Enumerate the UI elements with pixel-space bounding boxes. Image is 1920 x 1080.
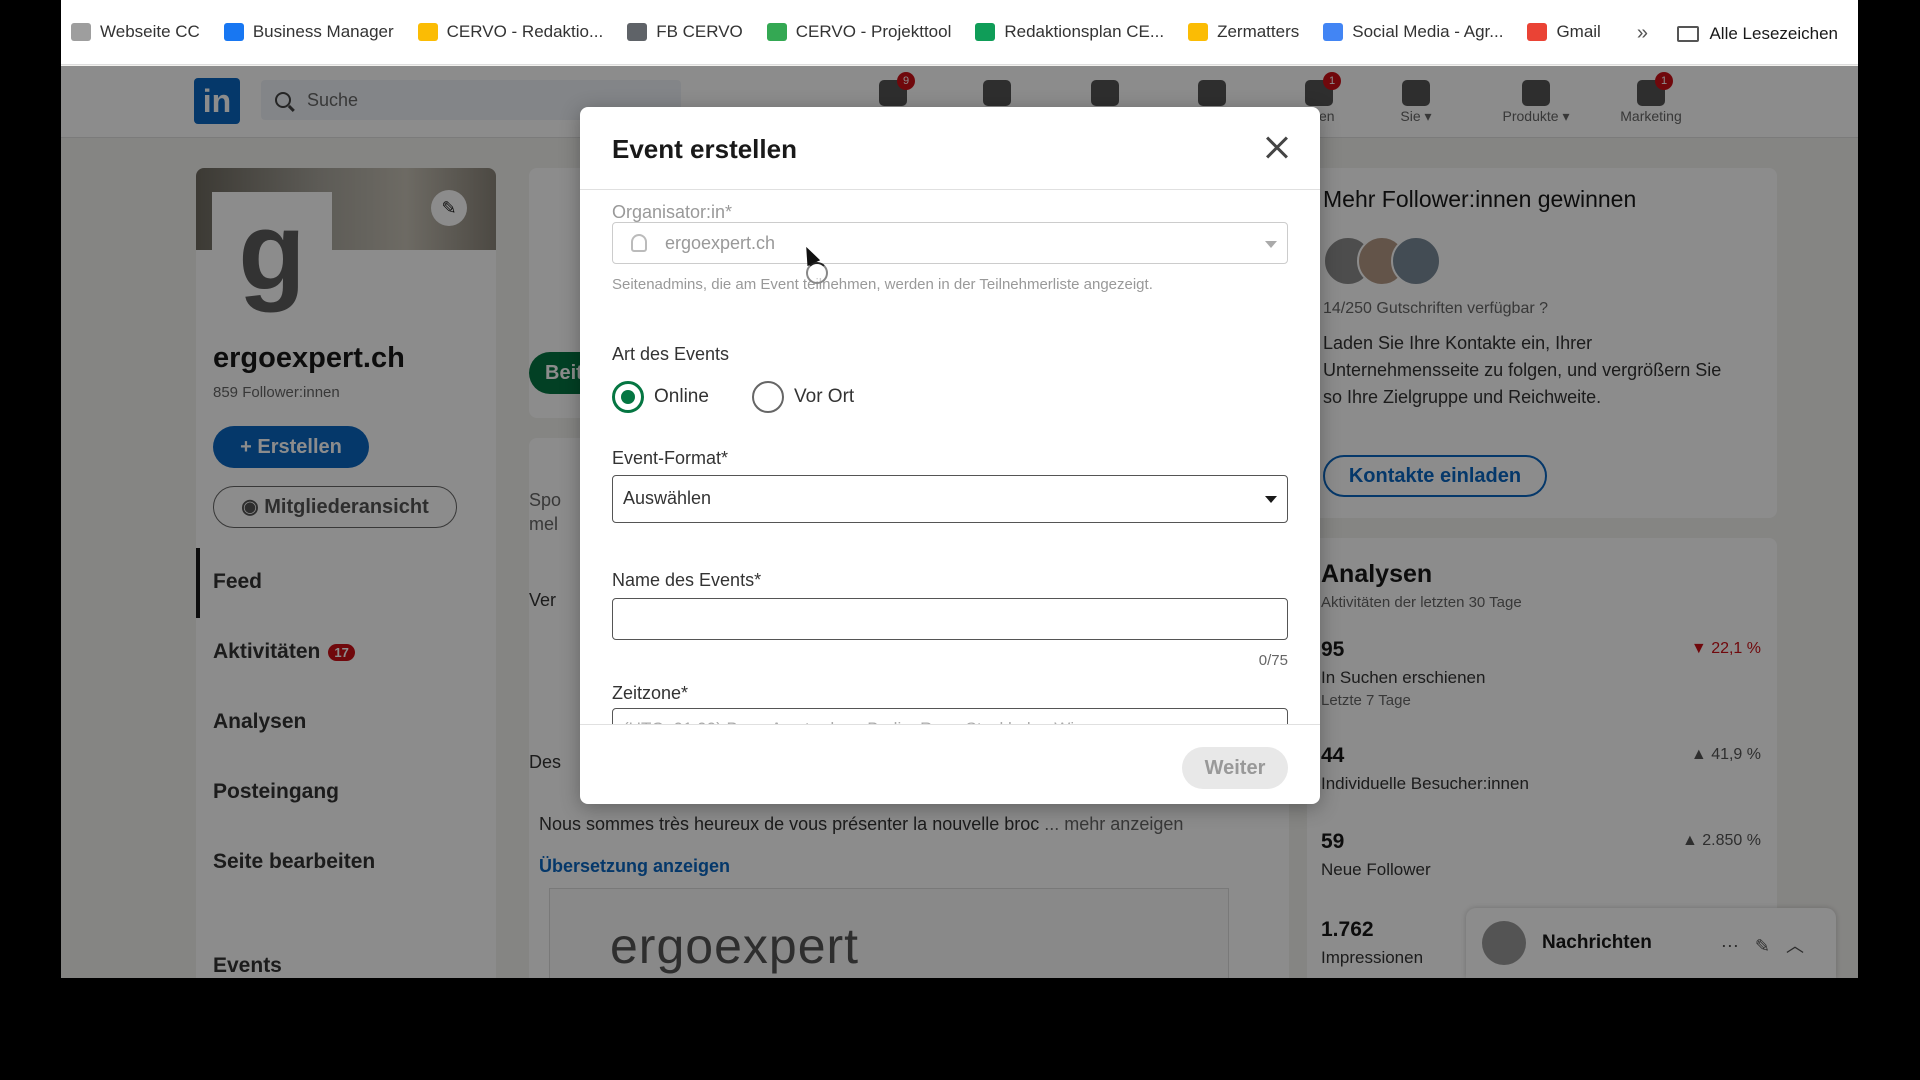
radio-onsite-label[interactable]: Vor Ort bbox=[794, 386, 854, 408]
next-button[interactable]: Weiter bbox=[1182, 747, 1288, 789]
bookmark-item[interactable]: Redaktionsplan CE... bbox=[975, 22, 1164, 42]
bookmark-icon bbox=[1527, 23, 1548, 41]
bookmark-icon bbox=[1188, 23, 1209, 41]
bookmark-item[interactable]: CERVO - Projekttool bbox=[766, 22, 952, 42]
organizer-help-text: Seitenadmins, die am Event teilnehmen, w… bbox=[612, 276, 1153, 293]
event-type-label: Art des Events bbox=[612, 344, 730, 364]
bookmark-label: Business Manager bbox=[252, 22, 394, 41]
create-event-dialog: Event erstellen Organisator:in* ergoexpe… bbox=[580, 107, 1320, 804]
bookmark-label: Social Media - Agr... bbox=[1352, 22, 1504, 41]
chevron-down-icon bbox=[1265, 241, 1277, 248]
organizer-label: Organisator:in* bbox=[612, 202, 733, 222]
close-icon[interactable] bbox=[1260, 131, 1294, 165]
event-name-input[interactable] bbox=[612, 598, 1288, 640]
caret-down-icon bbox=[1265, 496, 1277, 503]
bookmark-item[interactable]: Zermatters bbox=[1188, 22, 1299, 42]
bookmark-item[interactable]: CERVO - Redaktio... bbox=[417, 22, 604, 42]
bookmark-item[interactable]: Business Manager bbox=[223, 22, 394, 42]
bookmark-icon bbox=[417, 23, 438, 41]
folder-icon bbox=[1677, 26, 1700, 42]
organizer-value: ergoexpert.ch bbox=[665, 233, 776, 253]
radio-onsite[interactable] bbox=[752, 381, 784, 413]
timezone-select[interactable]: (UTC+01:00) Bern, Amsterdam, Berlin, Rom… bbox=[612, 708, 1288, 724]
all-bookmarks-button[interactable]: Alle Lesezeichen bbox=[1677, 24, 1838, 44]
bookmarks-more-button[interactable]: » bbox=[1637, 22, 1648, 45]
organizer-select: ergoexpert.ch bbox=[612, 222, 1288, 264]
bookmark-label: Webseite CC bbox=[100, 22, 200, 41]
event-format-select[interactable]: Auswählen bbox=[612, 475, 1288, 523]
bookmark-icon bbox=[1323, 23, 1344, 41]
browser-window: Webseite CC Business Manager CERVO - Redak… bbox=[61, 0, 1858, 978]
bookmark-label: CERVO - Redaktio... bbox=[446, 22, 604, 41]
bookmark-label: FB CERVO bbox=[656, 22, 743, 41]
bookmark-item[interactable]: Social Media - Agr... bbox=[1323, 22, 1503, 42]
all-bookmarks-label: Alle Lesezeichen bbox=[1709, 24, 1838, 43]
divider bbox=[580, 724, 1320, 725]
timezone-label: Zeitzone* bbox=[612, 683, 689, 703]
bookmark-label: Redaktionsplan CE... bbox=[1004, 22, 1165, 41]
event-name-label: Name des Events* bbox=[612, 570, 762, 590]
bookmark-label: Zermatters bbox=[1217, 22, 1300, 41]
bookmark-item[interactable]: Gmail bbox=[1527, 22, 1601, 42]
bookmark-icon bbox=[627, 23, 648, 41]
bookmark-label: Gmail bbox=[1556, 22, 1601, 41]
bookmarks-bar: Webseite CC Business Manager CERVO - Redak… bbox=[61, 0, 1858, 65]
bookmark-icon bbox=[71, 23, 91, 41]
character-counter: 0/75 bbox=[1258, 652, 1288, 669]
bookmark-icon bbox=[975, 23, 996, 41]
dialog-body: Organisator:in* ergoexpert.ch Seitenadmi… bbox=[580, 190, 1320, 724]
radio-online[interactable] bbox=[612, 381, 644, 413]
event-format-label: Event-Format* bbox=[612, 448, 729, 468]
person-icon bbox=[631, 234, 647, 252]
bookmark-icon bbox=[766, 23, 787, 41]
radio-online-label[interactable]: Online bbox=[654, 386, 709, 408]
bookmark-item[interactable]: FB CERVO bbox=[627, 22, 743, 42]
loading-spinner-icon bbox=[806, 262, 828, 284]
dialog-title: Event erstellen bbox=[612, 134, 797, 164]
bookmark-item[interactable]: Webseite CC bbox=[71, 22, 200, 42]
bookmark-label: CERVO - Projekttool bbox=[795, 22, 952, 41]
event-format-value: Auswählen bbox=[623, 488, 712, 508]
bookmark-icon bbox=[223, 23, 244, 41]
